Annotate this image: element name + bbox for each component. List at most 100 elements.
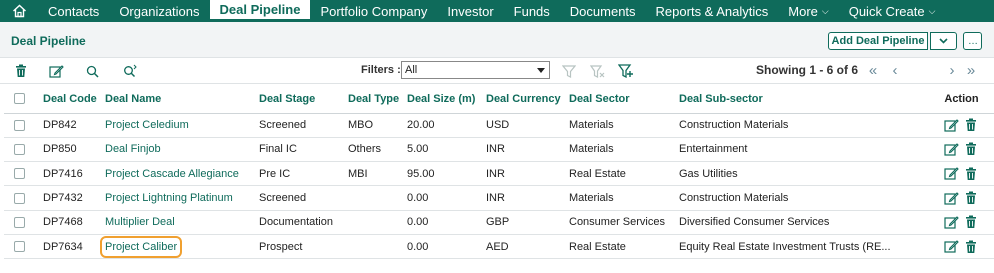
filters-label: Filters : (361, 64, 401, 76)
col-deal-name[interactable]: Deal Name (105, 85, 259, 114)
search-icon[interactable] (83, 62, 101, 80)
deal-currency: INR (486, 161, 569, 187)
deal-sub-sector: Gas Utilities (679, 161, 929, 187)
deal-name-link[interactable]: Project Celedium (105, 119, 189, 131)
edit-icon[interactable] (944, 141, 960, 157)
nav-organizations[interactable]: Organizations (109, 0, 209, 22)
add-deal-pipeline-button[interactable]: Add Deal Pipeline (828, 32, 928, 50)
previous-page-icon[interactable]: ‹ (886, 61, 904, 79)
row-select-cell (4, 234, 43, 260)
row-checkbox[interactable] (14, 216, 25, 228)
edit-icon[interactable] (944, 117, 960, 133)
select-all-checkbox[interactable] (14, 93, 25, 105)
deal-size: 0.00 (407, 185, 486, 211)
deal-code: DP7432 (43, 185, 105, 211)
chevron-down-icon: ⌵ (928, 5, 936, 16)
delete-icon[interactable] (963, 117, 979, 133)
deal-sector: Real Estate (569, 234, 679, 260)
row-checkbox[interactable] (14, 241, 25, 253)
delete-icon[interactable] (12, 62, 30, 80)
last-page-icon[interactable]: » (962, 61, 980, 79)
action-cell (929, 185, 994, 211)
nav-investor[interactable]: Investor (437, 0, 503, 22)
action-cell (929, 210, 994, 235)
chevron-down-icon: ⌵ (821, 5, 829, 16)
nav-label: Investor (447, 3, 494, 19)
edit-icon[interactable] (944, 190, 960, 206)
col-deal-code[interactable]: Deal Code (43, 85, 105, 114)
home-icon[interactable] (0, 0, 38, 22)
edit-icon[interactable] (944, 239, 960, 255)
delete-icon[interactable] (963, 190, 979, 206)
nav-documents[interactable]: Documents (560, 0, 646, 22)
chevron-down-icon (939, 38, 948, 44)
col-deal-stage[interactable]: Deal Stage (259, 85, 348, 114)
deal-size: 5.00 (407, 137, 486, 163)
deal-type: MBI (348, 161, 407, 187)
edit-icon[interactable] (944, 166, 960, 182)
col-action: Action (929, 85, 994, 114)
deal-code: DP850 (43, 137, 105, 163)
deal-sub-sector: Construction Materials (679, 113, 929, 138)
deal-name-link[interactable]: Multiplier Deal (105, 216, 175, 228)
nav-reports-analytics[interactable]: Reports & Analytics (646, 0, 779, 22)
col-deal-type[interactable]: Deal Type (348, 85, 407, 114)
deal-name-link[interactable]: Project Lightning Platinum (105, 192, 233, 204)
nav-label: More (788, 3, 818, 19)
deal-sector: Consumer Services (569, 210, 679, 235)
table-row: DP7416 Project Cascade Allegiance Pre IC… (4, 161, 994, 187)
row-checkbox[interactable] (14, 119, 25, 131)
table-row: DP7432 Project Lightning Platinum Screen… (4, 185, 994, 211)
page-header: Deal Pipeline Add Deal Pipeline … (0, 22, 994, 58)
deal-type (348, 210, 407, 235)
row-checkbox[interactable] (14, 144, 25, 156)
deal-size: 0.00 (407, 210, 486, 235)
deal-currency: INR (486, 137, 569, 163)
deal-type: MBO (348, 113, 407, 138)
row-checkbox[interactable] (14, 168, 25, 180)
page-title: Deal Pipeline (11, 34, 86, 48)
edit-icon[interactable] (944, 214, 960, 230)
nav-funds[interactable]: Funds (504, 0, 560, 22)
next-page-icon[interactable]: › (943, 61, 961, 79)
deal-name-link[interactable]: Deal Finjob (105, 143, 161, 155)
first-page-icon[interactable]: « (864, 61, 882, 79)
nav-deal-pipeline[interactable]: Deal Pipeline (209, 0, 311, 22)
deal-sector: Materials (569, 185, 679, 211)
row-select-cell (4, 185, 43, 211)
delete-icon[interactable] (963, 239, 979, 255)
col-deal-sub-sector[interactable]: Deal Sub-sector (679, 85, 929, 114)
delete-icon[interactable] (963, 214, 979, 230)
advanced-search-icon[interactable] (121, 62, 139, 80)
filters-select[interactable]: All (401, 61, 550, 79)
deal-stage: Prospect (259, 234, 348, 260)
row-select-cell (4, 161, 43, 187)
edit-icon[interactable] (47, 62, 65, 80)
table-row: DP7634 Project Caliber Prospect 0.00 AED… (4, 234, 994, 260)
deal-code: DP7416 (43, 161, 105, 187)
nav-portfolio-company[interactable]: Portfolio Company (310, 0, 437, 22)
deal-stage: Documentation (259, 210, 348, 235)
col-deal-size[interactable]: Deal Size (m) (407, 85, 486, 114)
deal-name-link[interactable]: Project Caliber (99, 235, 183, 258)
nav-label: Quick Create (848, 3, 925, 19)
filter-icon[interactable] (560, 62, 578, 80)
row-checkbox[interactable] (14, 192, 25, 204)
deal-type (348, 185, 407, 211)
more-options-button[interactable]: … (963, 32, 982, 50)
col-deal-sector[interactable]: Deal Sector (569, 85, 679, 114)
col-deal-currency[interactable]: Deal Currency (486, 85, 569, 114)
deal-stage: Pre IC (259, 161, 348, 187)
deal-name-link[interactable]: Project Cascade Allegiance (105, 168, 239, 180)
deal-type (348, 234, 407, 260)
delete-icon[interactable] (963, 166, 979, 182)
deal-pipeline-table: Deal Code Deal Name Deal Stage Deal Type… (4, 85, 994, 260)
nav-more[interactable]: More ⌵ (778, 0, 838, 22)
delete-icon[interactable] (963, 141, 979, 157)
nav-contacts[interactable]: Contacts (38, 0, 109, 22)
clear-filter-icon[interactable] (588, 62, 606, 80)
nav-quick-create[interactable]: Quick Create ⌵ (839, 0, 946, 22)
add-filter-icon[interactable] (617, 62, 635, 80)
deal-currency: GBP (486, 210, 569, 235)
add-dropdown-button[interactable] (930, 32, 957, 50)
